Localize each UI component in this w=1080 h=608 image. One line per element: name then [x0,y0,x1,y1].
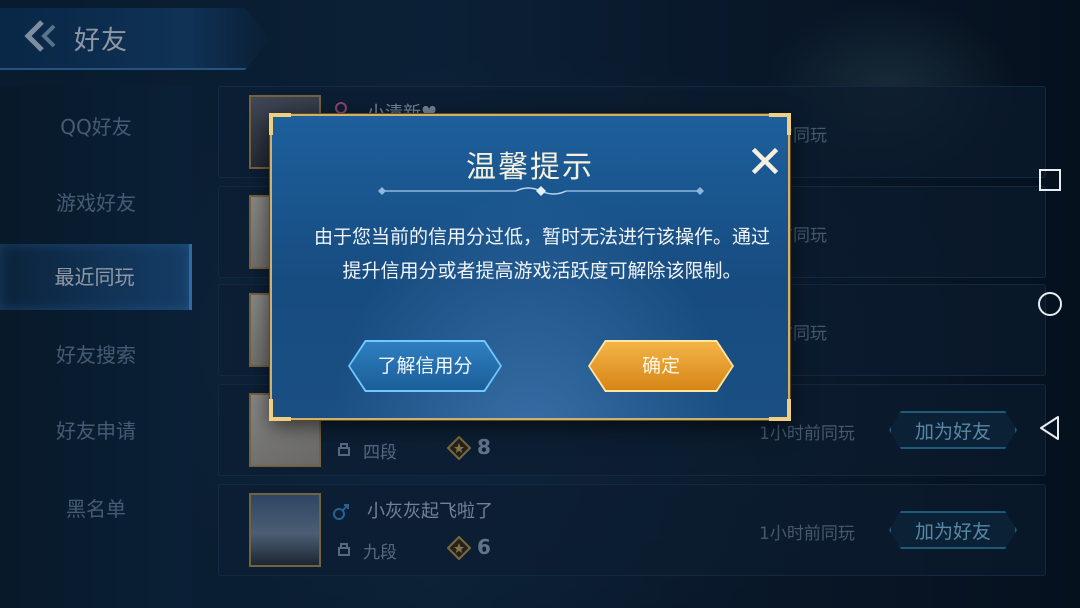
dialog-message: 由于您当前的信用分过低，暂时无法进行该操作。通过提升信用分或者提高游戏活跃度可解… [313,226,770,282]
triangle-back-icon [1040,416,1059,440]
recent-apps-button[interactable] [1028,158,1072,202]
home-button[interactable] [1028,282,1072,326]
close-button[interactable] [750,146,780,176]
frame-corner [769,113,791,135]
ornament-divider-icon [378,186,704,196]
learn-credit-button[interactable]: 了解信用分 [350,342,500,390]
close-icon [751,147,779,175]
circle-icon [1038,292,1062,316]
dialog-title: 温馨提示 [466,150,594,185]
confirm-button[interactable]: 确定 [590,342,732,390]
system-nav-bar [1020,0,1080,608]
frame-corner [769,399,791,421]
app-root: 好友 QQ好友 游戏好友 最近同玩 好友搜索 好友申请 黑名单 小清新♥ 钟前同… [0,0,1080,608]
square-icon [1039,169,1061,191]
warm-tip-dialog: 温馨提示 由于您当前的信用分过低，暂时无法进行该操作。通过提升信用分或者提高游戏… [269,113,791,421]
frame-corner [269,399,291,421]
frame-corner [269,113,291,135]
back-nav-button[interactable] [1028,406,1072,450]
